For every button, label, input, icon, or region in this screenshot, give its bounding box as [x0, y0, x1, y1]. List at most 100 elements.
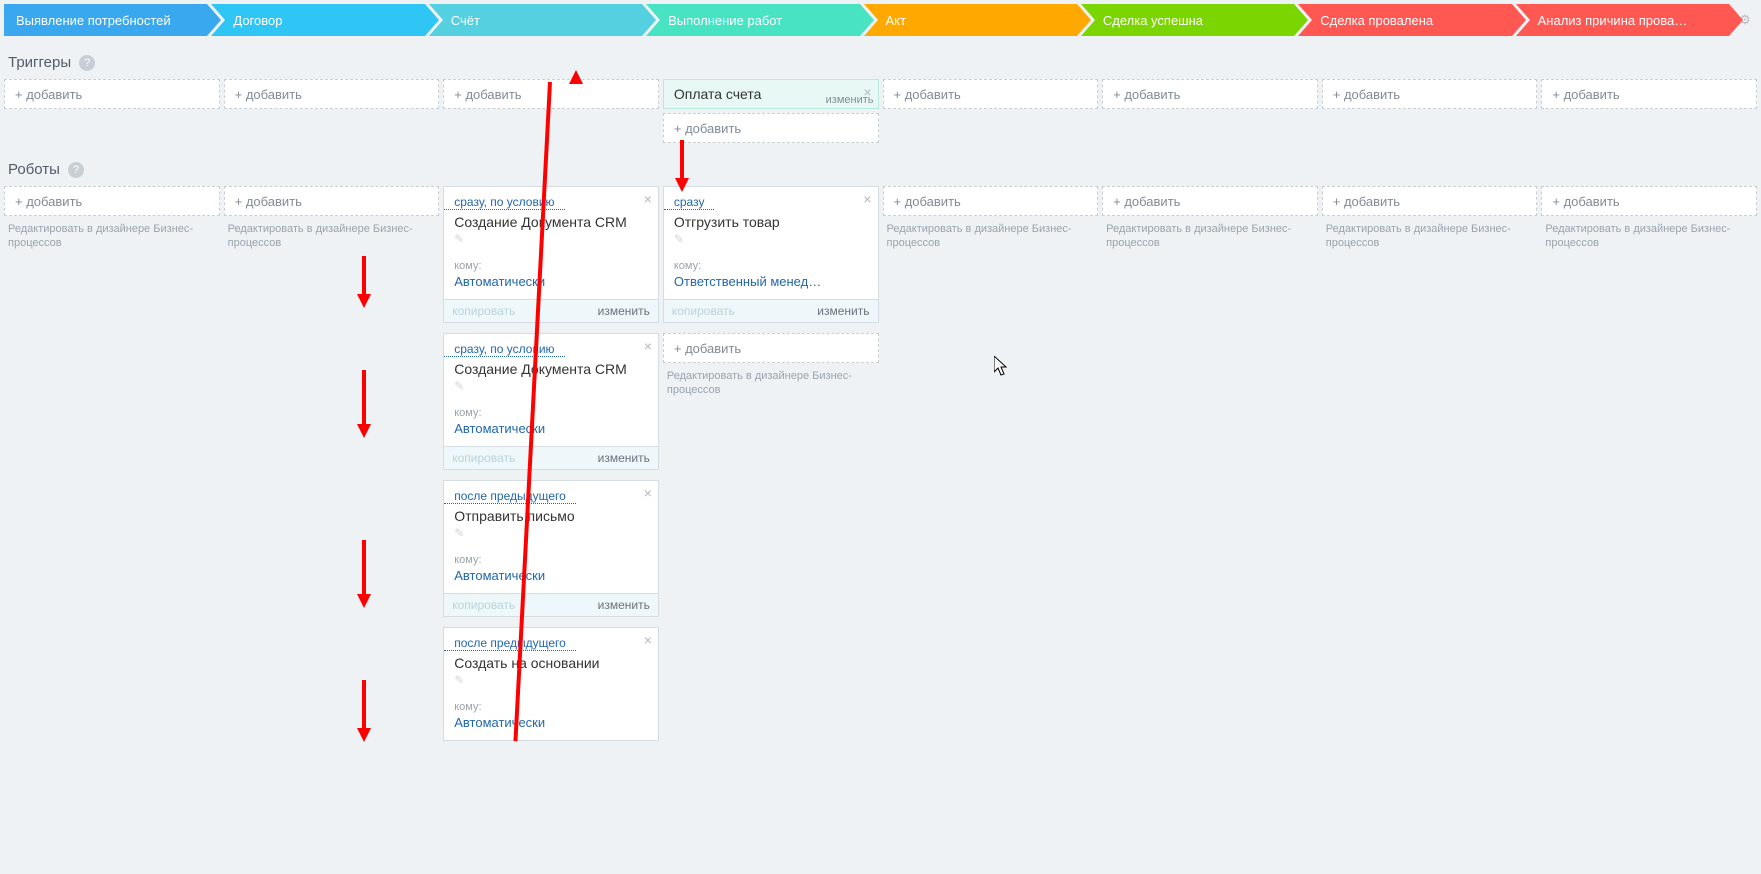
trigger-col-6: + добавить [1322, 79, 1538, 143]
stage-label: Договор [233, 13, 282, 28]
add-trigger-button[interactable]: + добавить [443, 79, 659, 109]
robot-when-link[interactable]: после предыдущего [444, 481, 576, 504]
add-robot-button[interactable]: + добавить [1541, 186, 1757, 216]
stage-item[interactable]: Сделка успешна [1081, 4, 1294, 36]
who-label: кому: [444, 246, 658, 272]
triggers-columns: + добавить + добавить + добавить Оплата … [0, 79, 1761, 143]
bp-designer-link[interactable]: Редактировать в дизайнере Бизнес-процесс… [4, 216, 220, 255]
help-icon[interactable]: ? [79, 55, 95, 71]
who-label: кому: [444, 687, 658, 713]
robot-card[interactable]: × после предыдущего Создать на основании… [443, 627, 659, 741]
bp-designer-link[interactable]: Редактировать в дизайнере Бизнес-процесс… [883, 216, 1099, 255]
edit-link[interactable]: изменить [598, 451, 650, 465]
copy-link[interactable]: копировать [452, 451, 515, 465]
robot-col-7: + добавить Редактировать в дизайнере Биз… [1541, 186, 1757, 751]
trigger-col-4: + добавить [883, 79, 1099, 143]
add-robot-button[interactable]: + добавить [224, 186, 440, 216]
robot-col-4: + добавить Редактировать в дизайнере Биз… [883, 186, 1099, 751]
edit-link[interactable]: изменить [598, 304, 650, 318]
trigger-col-5: + добавить [1102, 79, 1318, 143]
edit-link[interactable]: изменить [817, 304, 869, 318]
stage-item[interactable]: Выявление потребностей [4, 4, 207, 36]
who-label: кому: [664, 246, 878, 272]
bp-designer-link[interactable]: Редактировать в дизайнере Бизнес-процесс… [1322, 216, 1538, 255]
pencil-icon[interactable]: ✎ [664, 232, 878, 246]
add-robot-button[interactable]: + добавить [1102, 186, 1318, 216]
robot-who-link[interactable]: Автоматически [444, 272, 658, 299]
copy-link[interactable]: копировать [452, 598, 515, 612]
stage-item[interactable]: Счёт [429, 4, 642, 36]
trigger-col-3: Оплата счета × изменить + добавить [663, 79, 879, 143]
bp-designer-link[interactable]: Редактировать в дизайнере Бизнес-процесс… [1102, 216, 1318, 255]
pencil-icon[interactable]: ✎ [444, 673, 658, 687]
robot-title: Создание Документа CRM [444, 210, 658, 232]
bp-designer-link[interactable]: Редактировать в дизайнере Бизнес-процесс… [224, 216, 440, 255]
stage-item[interactable]: Акт [864, 4, 1077, 36]
stage-label: Анализ причина прова… [1538, 13, 1688, 28]
pencil-icon[interactable]: ✎ [444, 232, 658, 246]
stage-label: Выявление потребностей [16, 13, 171, 28]
trigger-card[interactable]: Оплата счета × изменить [663, 79, 879, 109]
robot-when-link[interactable]: после предыдущего [444, 628, 576, 651]
robot-card[interactable]: × сразу Отгрузить товар ✎ кому: Ответств… [663, 186, 879, 323]
add-trigger-button[interactable]: + добавить [4, 79, 220, 109]
robot-title: Отправить письмо [444, 504, 658, 526]
robots-heading: Роботы ? [0, 143, 1761, 186]
stage-label: Сделка провалена [1320, 13, 1433, 28]
add-trigger-button[interactable]: + добавить [1322, 79, 1538, 109]
add-robot-button[interactable]: + добавить [1322, 186, 1538, 216]
bp-designer-link[interactable]: Редактировать в дизайнере Бизнес-процесс… [663, 363, 879, 402]
add-trigger-button[interactable]: + добавить [1102, 79, 1318, 109]
copy-link[interactable]: копировать [672, 304, 735, 318]
stage-item[interactable]: Договор [211, 4, 424, 36]
pencil-icon[interactable]: ✎ [444, 379, 658, 393]
pencil-icon[interactable]: ✎ [444, 526, 658, 540]
triggers-heading: Триггеры ? [0, 36, 1761, 79]
robot-who-link[interactable]: Автоматически [444, 713, 658, 740]
trigger-col-0: + добавить [4, 79, 220, 143]
edit-link[interactable]: изменить [826, 94, 874, 106]
close-icon[interactable]: × [644, 632, 652, 648]
robot-when-link[interactable]: сразу, по условию [444, 187, 564, 210]
stage-item[interactable]: Сделка провалена [1298, 4, 1511, 36]
robot-who-link[interactable]: Ответственный менед… [664, 272, 878, 299]
close-icon[interactable]: × [644, 485, 652, 501]
add-robot-button[interactable]: + добавить [4, 186, 220, 216]
trigger-col-2: + добавить [443, 79, 659, 143]
robot-col-0: + добавить Редактировать в дизайнере Биз… [4, 186, 220, 751]
who-label: кому: [444, 393, 658, 419]
section-label: Триггеры [8, 54, 71, 71]
trigger-col-7: + добавить [1541, 79, 1757, 143]
stage-item[interactable]: Анализ причина прова… [1516, 4, 1729, 36]
stage-label: Выполнение работ [668, 13, 782, 28]
close-icon[interactable]: × [863, 191, 871, 207]
robot-when-link[interactable]: сразу [664, 187, 715, 210]
add-robot-button[interactable]: + добавить [663, 333, 879, 363]
close-icon[interactable]: × [644, 338, 652, 354]
add-trigger-button[interactable]: + добавить [663, 113, 879, 143]
robot-who-link[interactable]: Автоматически [444, 566, 658, 593]
robot-card[interactable]: × после предыдущего Отправить письмо ✎ к… [443, 480, 659, 617]
add-trigger-button[interactable]: + добавить [1541, 79, 1757, 109]
who-label: кому: [444, 540, 658, 566]
edit-link[interactable]: изменить [598, 598, 650, 612]
robot-col-2: × сразу, по условию Создание Документа C… [443, 186, 659, 751]
robot-col-1: + добавить Редактировать в дизайнере Биз… [224, 186, 440, 751]
pipeline-stages: Выявление потребностей Договор Счёт Выпо… [0, 0, 1761, 36]
add-trigger-button[interactable]: + добавить [883, 79, 1099, 109]
trigger-col-1: + добавить [224, 79, 440, 143]
robot-title: Создание Документа CRM [444, 357, 658, 379]
add-trigger-button[interactable]: + добавить [224, 79, 440, 109]
robot-col-3: × сразу Отгрузить товар ✎ кому: Ответств… [663, 186, 879, 751]
stage-item[interactable]: Выполнение работ [646, 4, 859, 36]
robot-card[interactable]: × сразу, по условию Создание Документа C… [443, 186, 659, 323]
bp-designer-link[interactable]: Редактировать в дизайнере Бизнес-процесс… [1541, 216, 1757, 255]
help-icon[interactable]: ? [68, 162, 84, 178]
robot-when-link[interactable]: сразу, по условию [444, 334, 564, 357]
close-icon[interactable]: × [644, 191, 652, 207]
copy-link[interactable]: копировать [452, 304, 515, 318]
robot-who-link[interactable]: Автоматически [444, 419, 658, 446]
stage-label: Сделка успешна [1103, 13, 1203, 28]
robot-card[interactable]: × сразу, по условию Создание Документа C… [443, 333, 659, 470]
add-robot-button[interactable]: + добавить [883, 186, 1099, 216]
